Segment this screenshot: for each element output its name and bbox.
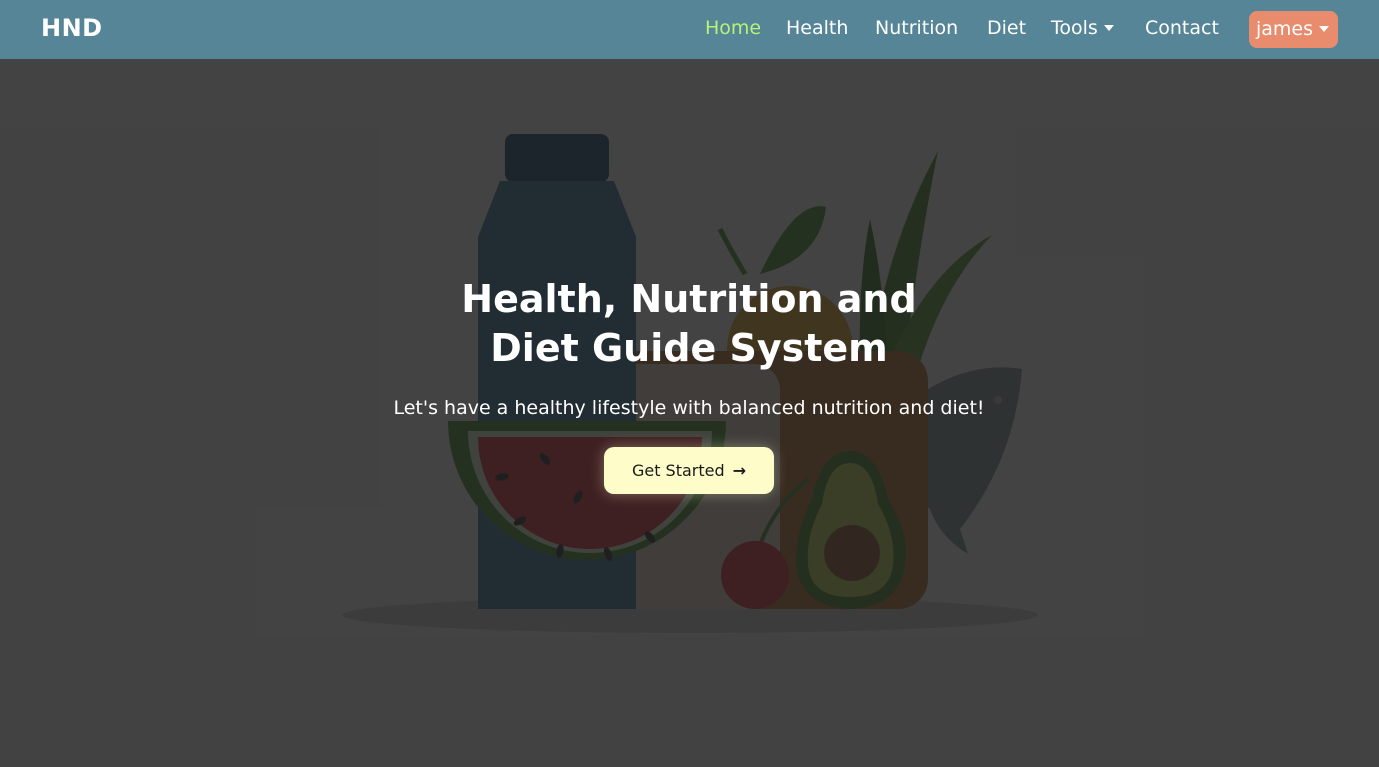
chevron-down-icon: [1319, 25, 1330, 32]
nav-link-contact[interactable]: Contact: [1145, 17, 1219, 39]
hero-title-line-1: Health, Nutrition and: [461, 277, 917, 321]
nav-link-home[interactable]: Home: [705, 17, 761, 39]
hero-title-line-2: Diet Guide System: [490, 326, 888, 370]
brand-logo[interactable]: HND: [41, 14, 103, 42]
user-name: james: [1256, 18, 1314, 40]
get-started-button[interactable]: Get Started →: [604, 447, 774, 494]
navbar: HND Home Health Nutrition Diet Tools Con…: [0, 0, 1379, 59]
nav-link-nutrition[interactable]: Nutrition: [875, 17, 958, 39]
hero-title: Health, Nutrition and Diet Guide System: [389, 275, 989, 373]
nav-link-health[interactable]: Health: [786, 17, 848, 39]
hero-section: Health, Nutrition and Diet Guide System …: [0, 59, 1379, 767]
arrow-right-icon: →: [732, 461, 747, 480]
hero-subtitle: Let's have a healthy lifestyle with bala…: [393, 397, 985, 419]
nav-link-diet[interactable]: Diet: [987, 17, 1026, 39]
nav-link-tools[interactable]: Tools: [1051, 17, 1114, 39]
chevron-down-icon: [1103, 24, 1114, 31]
get-started-label: Get Started: [631, 461, 725, 480]
nav-link-tools-label: Tools: [1051, 17, 1098, 39]
user-menu-button[interactable]: james: [1249, 11, 1338, 48]
